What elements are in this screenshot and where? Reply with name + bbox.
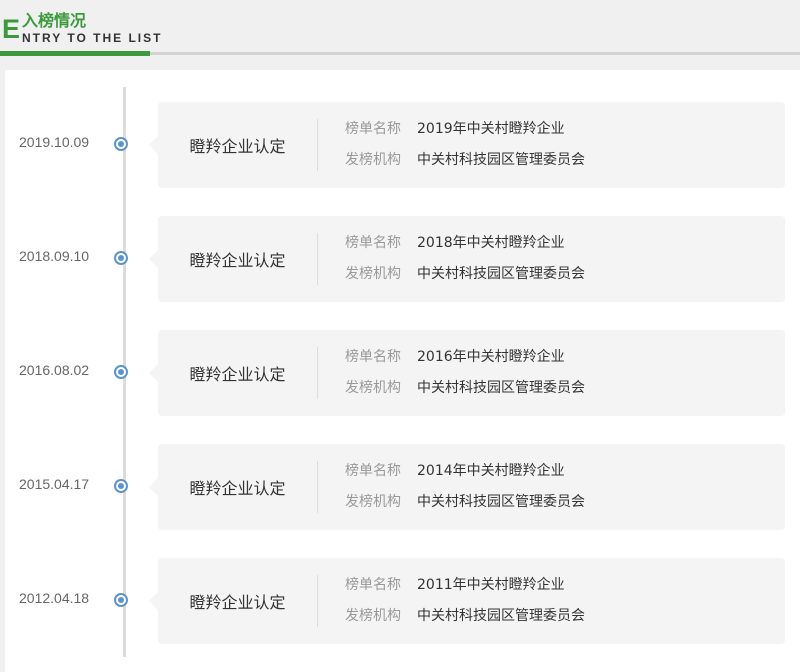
list-name-row: 榜单名称 2019年中关村瞪羚企业 — [345, 119, 565, 139]
timeline-entry: 2015.04.17 瞪羚企业认定 榜单名称 2014年中关村瞪羚企业 发榜机构中… — [5, 444, 800, 530]
section-subtitle: NTRY TO THE LIST — [22, 31, 163, 45]
entry-card: 瞪羚企业认定 榜单名称 2019年中关村瞪羚企业 发榜机构 中关村科技园区管理委员会 — [149, 102, 785, 188]
entry-card: 瞪羚企业认定 榜单名称 2011年中关村瞪羚企业 发榜机构 中关村科技园区管理委员会 — [149, 558, 785, 644]
entry-card: 瞪羚企业认定 榜单名称 2016年中关村瞪羚企业 发榜机构 中关村科技园区管理委员会 — [149, 330, 785, 416]
entry-title: 瞪羚企业认定 — [189, 137, 286, 156]
timeline-entry: 2012.04.18 瞪羚企业认定 榜单名称 2011年中关村瞪羚企业 发榜机构中… — [5, 558, 800, 644]
timeline-dot-icon — [114, 251, 128, 265]
section-header: E 入榜情况 NTRY TO THE LIST — [0, 0, 800, 56]
list-name-row: 榜单名称 2014年中关村瞪羚企业 — [345, 461, 565, 481]
timeline-dot-icon — [114, 137, 128, 151]
list-name-label: 榜单名称 — [345, 577, 401, 593]
card-divider — [317, 119, 318, 171]
list-name-value: 2018年中关村瞪羚企业 — [417, 235, 565, 251]
list-name-label: 榜单名称 — [345, 235, 401, 251]
entry-date: 2012.04.18 — [19, 590, 90, 606]
entry-date: 2015.04.17 — [19, 476, 90, 492]
issuer-value: 中关村科技园区管理委员会 — [417, 152, 585, 168]
entry-title: 瞪羚企业认定 — [189, 251, 286, 270]
issuer-label: 发榜机构 — [345, 152, 401, 168]
timeline-dot-icon — [114, 593, 128, 607]
issuer-value: 中关村科技园区管理委员会 — [417, 494, 585, 510]
list-name-value: 2014年中关村瞪羚企业 — [417, 463, 565, 479]
entry-card: 瞪羚企业认定 榜单名称 2014年中关村瞪羚企业 发榜机构 中关村科技园区管理委员会 — [149, 444, 785, 530]
list-name-label: 榜单名称 — [345, 121, 401, 137]
issuer-row: 发榜机构 中关村科技园区管理委员会 — [345, 264, 585, 284]
entry-title: 瞪羚企业认定 — [189, 593, 286, 612]
list-name-value: 2019年中关村瞪羚企业 — [417, 121, 565, 137]
timeline-entry: 2018.09.10 瞪羚企业认定 榜单名称 2018年中关村瞪羚企业 发榜机构中… — [5, 216, 800, 302]
entry-date: 2016.08.02 — [19, 362, 90, 378]
list-name-label: 榜单名称 — [345, 349, 401, 365]
list-name-label: 榜单名称 — [345, 463, 401, 479]
list-name-row: 榜单名称 2016年中关村瞪羚企业 — [345, 347, 565, 367]
entry-title: 瞪羚企业认定 — [189, 479, 286, 498]
issuer-label: 发榜机构 — [345, 608, 401, 624]
header-accent-bar — [0, 51, 150, 56]
list-name-value: 2016年中关村瞪羚企业 — [417, 349, 565, 365]
timeline-entry: 2019.10.09 瞪羚企业认定 榜单名称 2019年中关村瞪羚企业 发榜机构中… — [5, 102, 800, 188]
list-name-row: 榜单名称 2018年中关村瞪羚企业 — [345, 233, 565, 253]
issuer-value: 中关村科技园区管理委员会 — [417, 608, 585, 624]
issuer-label: 发榜机构 — [345, 494, 401, 510]
section-title: 入榜情况 — [22, 11, 87, 30]
timeline-dot-icon — [114, 365, 128, 379]
issuer-label: 发榜机构 — [345, 266, 401, 282]
list-name-row: 榜单名称 2011年中关村瞪羚企业 — [345, 575, 565, 595]
issuer-row: 发榜机构 中关村科技园区管理委员会 — [345, 606, 585, 626]
issuer-value: 中关村科技园区管理委员会 — [417, 266, 585, 282]
entry-card: 瞪羚企业认定 榜单名称 2018年中关村瞪羚企业 发榜机构 中关村科技园区管理委员会 — [149, 216, 785, 302]
issuer-row: 发榜机构 中关村科技园区管理委员会 — [345, 492, 585, 512]
timeline-entry: 2016.08.02 瞪羚企业认定 榜单名称 2016年中关村瞪羚企业 发榜机构中… — [5, 330, 800, 416]
card-divider — [317, 347, 318, 399]
card-divider — [317, 575, 318, 627]
issuer-value: 中关村科技园区管理委员会 — [417, 380, 585, 396]
entry-date: 2019.10.09 — [19, 134, 90, 150]
card-divider — [317, 233, 318, 285]
issuer-label: 发榜机构 — [345, 380, 401, 396]
section-initial-letter: E — [2, 14, 21, 44]
card-divider — [317, 461, 318, 513]
entry-date: 2018.09.10 — [19, 248, 90, 264]
list-name-value: 2011年中关村瞪羚企业 — [417, 577, 565, 593]
timeline-dot-icon — [114, 479, 128, 493]
timeline-panel: 2019.10.09 瞪羚企业认定 榜单名称 2019年中关村瞪羚企业 发榜机构中… — [5, 70, 800, 672]
issuer-row: 发榜机构 中关村科技园区管理委员会 — [345, 150, 585, 170]
entry-title: 瞪羚企业认定 — [189, 365, 286, 384]
issuer-row: 发榜机构 中关村科技园区管理委员会 — [345, 378, 585, 398]
